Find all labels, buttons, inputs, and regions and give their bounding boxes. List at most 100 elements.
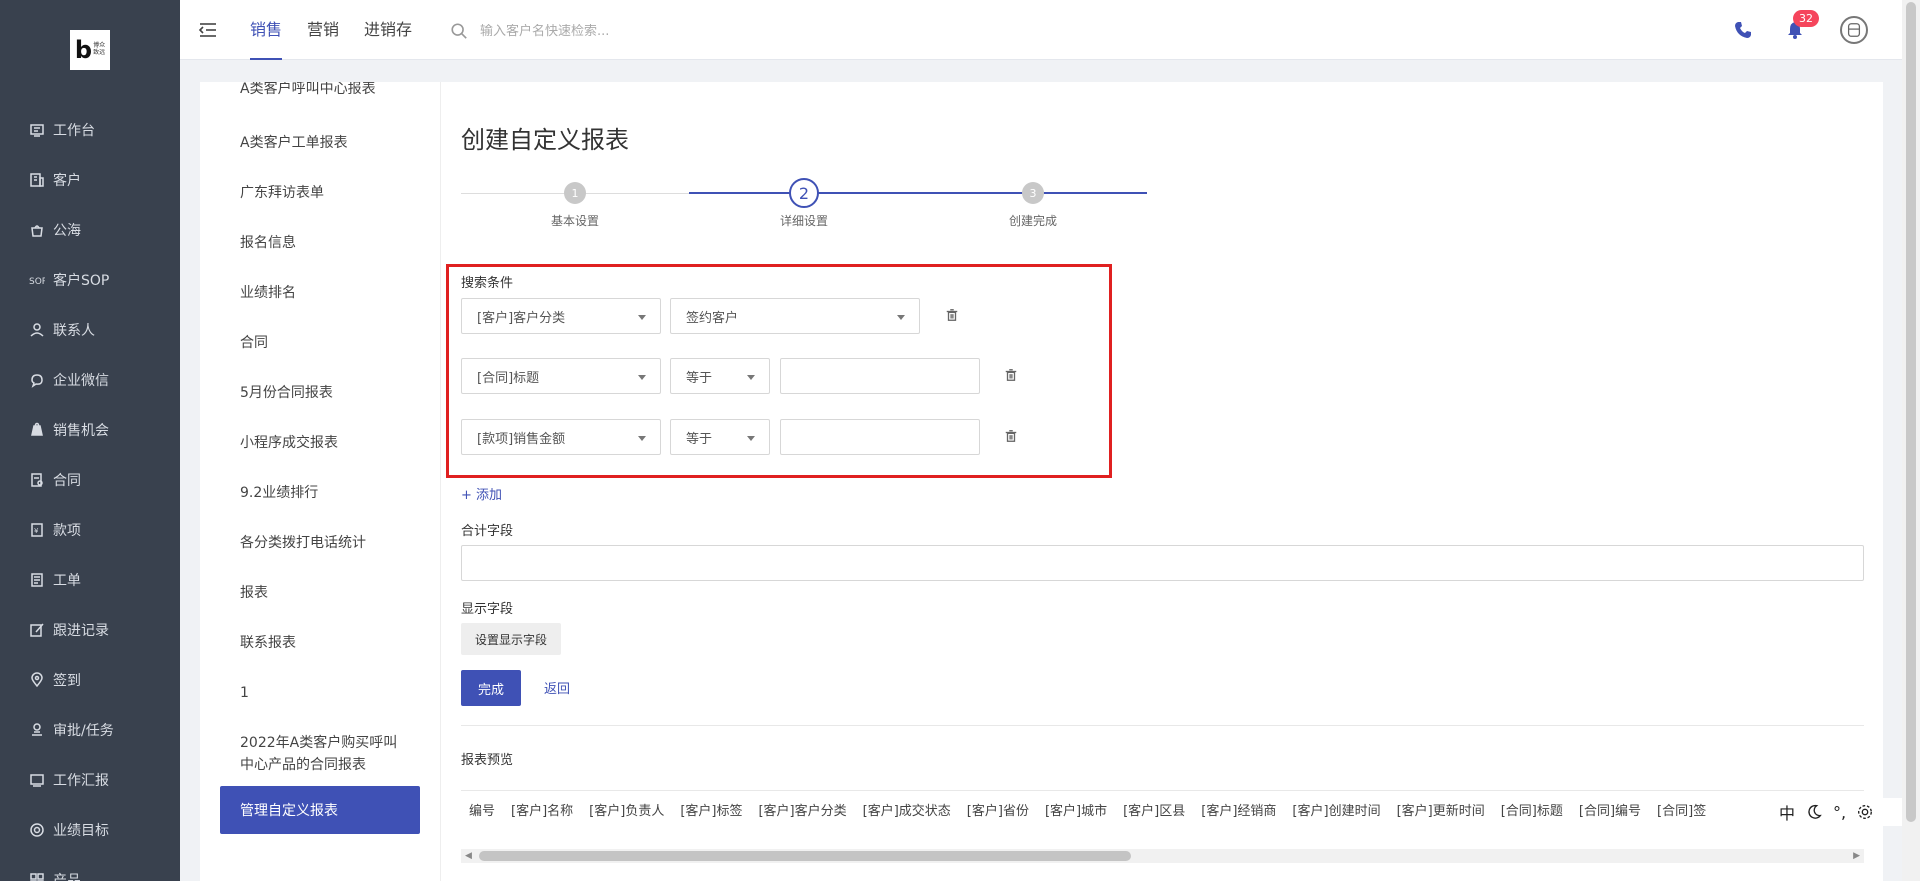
vertical-scroll-thumb[interactable] [1906,2,1916,822]
report-list-item[interactable]: 各分类拨打电话统计 [200,518,440,568]
condition-field-select[interactable]: [款项]销售金额 [461,419,661,455]
done-button[interactable]: 完成 [461,670,521,706]
sidebar-item[interactable]: 产品 [0,855,180,881]
condition-field-select[interactable]: [客户]客户分类 [461,298,661,334]
page-title: 创建自定义报表 [461,126,629,154]
report-list-item[interactable]: 报表 [200,568,440,618]
back-link[interactable]: 返回 [544,678,570,697]
ime-language-toggle[interactable]: 中 [1779,800,1795,824]
product-icon [28,871,46,881]
target-icon [28,821,46,839]
search-icon[interactable] [450,22,468,40]
report-list: A类客户呼叫中心报表 A类客户工单报表 广东拜访表单 报名信息 业绩排名 合同 5月份合同报… [200,82,440,834]
report-list-item[interactable]: 合同 [200,318,440,368]
horizontal-scroll-thumb[interactable] [479,851,1131,861]
report-icon [28,771,46,789]
condition-value-input[interactable] [780,358,980,394]
condition-operator-select[interactable]: 等于 [670,419,770,455]
ticket-icon [28,571,46,589]
sop-icon: SOP [28,271,46,289]
step-3: 3 创建完成 [963,182,1103,229]
report-list-item[interactable]: A类客户呼叫中心报表 [200,82,440,102]
step-label: 详细设置 [779,214,828,228]
report-list-item[interactable]: 联系报表 [200,618,440,668]
sidebar-item[interactable]: 工作台 [0,105,180,155]
sidebar-item[interactable]: 工单 [0,555,180,605]
preview-column-header: [客户]创建时间 [1292,804,1381,819]
condition-field-select[interactable]: [合同]标题 [461,358,661,394]
sidebar-item[interactable]: SOP 客户SOP [0,255,180,305]
sidebar-item-label: 公海 [53,223,81,239]
preview-column-header: [合同]签 [1657,804,1707,819]
step-indicator: 1 基本设置 2 详细设置 3 创建完成 [461,178,1147,232]
edit-icon [28,621,46,639]
sidebar-item[interactable]: 签到 [0,655,180,705]
sidebar-item[interactable]: 工作汇报 [0,755,180,805]
condition-operator-select[interactable]: 等于 [670,358,770,394]
report-list-item[interactable]: 小程序成交报表 [200,418,440,468]
set-display-fields-button[interactable]: 设置显示字段 [461,623,561,655]
tab-inventory[interactable]: 进销存 [364,0,412,60]
preview-column-header: [合同]编号 [1578,804,1642,819]
report-list-item[interactable]: A类客户工单报表 [200,118,440,168]
workbench-icon [28,121,46,139]
delete-condition-icon[interactable] [1004,368,1020,384]
report-list-item[interactable]: 广东拜访表单 [200,168,440,218]
sidebar-item[interactable]: 联系人 [0,305,180,355]
report-list-item[interactable]: 1 [200,668,440,718]
select-value: 等于 [686,431,713,447]
moon-icon[interactable] [1805,803,1823,821]
add-condition-link[interactable]: + 添加 [461,484,502,503]
select-value: [客户]客户分类 [477,310,566,326]
sidebar-item[interactable]: 审批/任务 [0,705,180,755]
search-input[interactable] [480,23,730,39]
condition-value-input[interactable] [780,419,980,455]
preview-column-header: [客户]负责人 [589,804,665,819]
vertical-scrollbar[interactable] [1902,0,1920,881]
display-field-label: 显示字段 [461,602,514,617]
wechat-icon [28,371,46,389]
report-list-item[interactable]: 9.2业绩排行 [200,468,440,518]
main-panel: 创建自定义报表 1 基本设置 2 详细设置 3 创建完成 搜索条件 [客户]客户… [440,82,1883,881]
report-list-item[interactable]: 5月份合同报表 [200,368,440,418]
report-list-item-active[interactable]: 管理自定义报表 [220,786,420,834]
delete-condition-icon[interactable] [945,308,961,324]
sidebar-item[interactable]: 合同 [0,455,180,505]
step-label: 创建完成 [1008,214,1057,228]
report-list-item[interactable]: 报名信息 [200,218,440,268]
company-logo[interactable]: b 博众 致远 [70,30,110,70]
scroll-left-arrow-icon[interactable]: ◀ [465,851,472,861]
logo-text: 博众 致远 [93,42,106,56]
ime-toolbar: 中 °, [1771,798,1902,826]
sidebar-item[interactable]: 企业微信 [0,355,180,405]
ime-punctuation-toggle[interactable]: °, [1833,803,1846,822]
step-1: 1 基本设置 [505,182,645,229]
report-list-item[interactable]: 业绩排名 [200,268,440,318]
delete-condition-icon[interactable] [1004,429,1020,445]
contact-icon [28,321,46,339]
menu-collapse-icon[interactable] [198,20,218,40]
step-2: 2 详细设置 [734,178,874,229]
tab-sales[interactable]: 销售 [250,0,283,60]
sidebar-item[interactable]: ¥ 款项 [0,505,180,555]
scroll-right-arrow-icon[interactable]: ▶ [1853,851,1860,861]
preview-column-header: [客户]标签 [680,804,743,819]
sidebar-item[interactable]: 销售机会 [0,405,180,455]
phone-icon[interactable] [1733,20,1753,40]
chevron-down-icon [747,375,755,380]
horizontal-scrollbar[interactable]: ◀ ▶ [461,849,1864,863]
building-icon [28,171,46,189]
sum-field-label: 合计字段 [461,524,514,539]
avatar[interactable] [1840,16,1868,44]
sidebar-item[interactable]: 公海 [0,205,180,255]
sidebar-item[interactable]: 跟进记录 [0,605,180,655]
gear-icon[interactable] [1856,803,1874,821]
sidebar-item[interactable]: 客户 [0,155,180,205]
preview-column-header: [合同]标题 [1500,804,1563,819]
report-list-item[interactable]: 2022年A类客户购买呼叫中心产品的合同报表 [200,718,440,782]
tab-marketing[interactable]: 营销 [307,0,339,60]
sidebar-item[interactable]: 业绩目标 [0,805,180,855]
payment-icon: ¥ [28,521,46,539]
sum-field-input[interactable] [461,545,1864,581]
condition-value-select[interactable]: 签约客户 [670,298,920,334]
